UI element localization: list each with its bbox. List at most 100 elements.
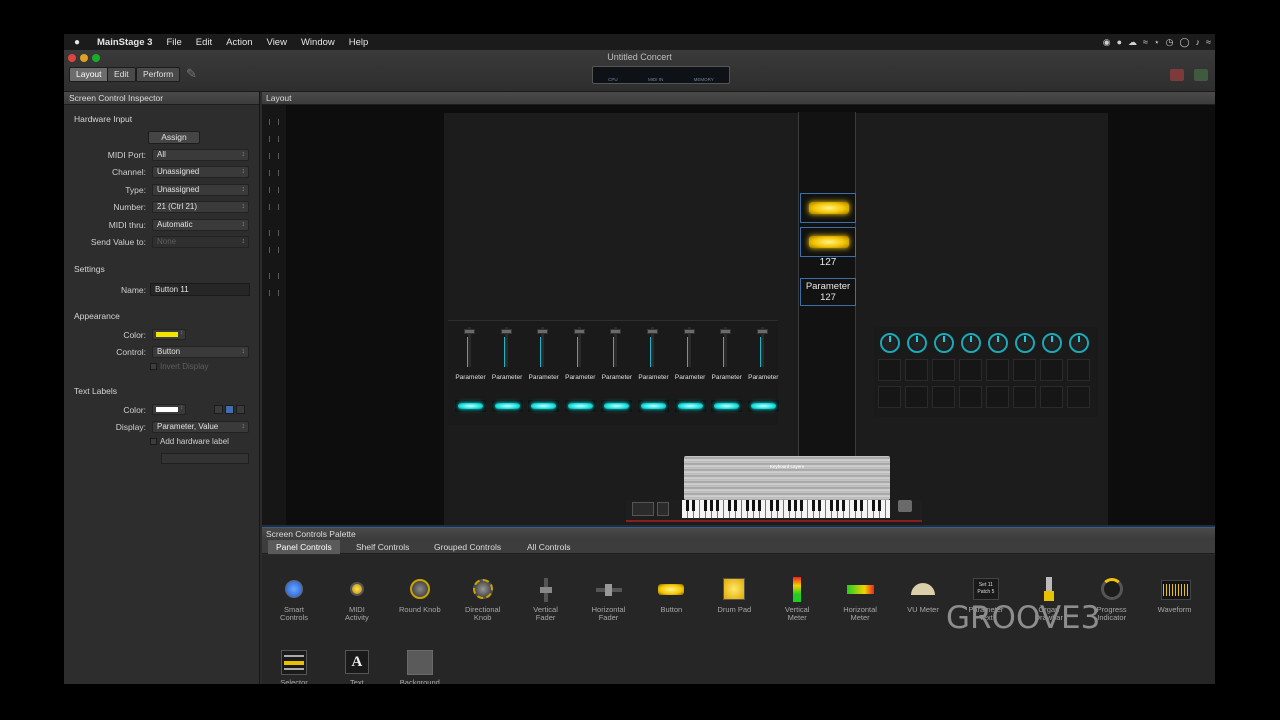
- palette-item-smart-controls[interactable]: Smart Controls: [264, 577, 324, 622]
- keyboard-keys[interactable]: [682, 500, 890, 518]
- knob-pad-bank[interactable]: [874, 327, 1098, 417]
- drum-pad[interactable]: [905, 386, 928, 408]
- vertical-fader[interactable]: [492, 327, 522, 367]
- tab-all-controls[interactable]: All Controls: [519, 540, 578, 554]
- black-key[interactable]: [752, 500, 755, 511]
- fader-cap[interactable]: [573, 329, 585, 334]
- align-center-edge-icon[interactable]: [269, 187, 279, 193]
- fader-cap[interactable]: [610, 329, 622, 334]
- palette-item-vu-meter[interactable]: VU Meter: [893, 577, 953, 614]
- vertical-fader[interactable]: [528, 327, 558, 367]
- wifi-status-icon[interactable]: ≈: [1206, 37, 1211, 47]
- cyan-button[interactable]: [491, 400, 523, 412]
- tab-panel-controls[interactable]: Panel Controls: [268, 540, 340, 554]
- keyboard-layers-panel[interactable]: Keyboard Layers: [684, 456, 890, 500]
- cloud-status-icon[interactable]: ☁: [1128, 37, 1137, 48]
- knob[interactable]: [1069, 333, 1089, 353]
- menu-help[interactable]: Help: [342, 37, 376, 48]
- knob[interactable]: [988, 333, 1008, 353]
- clock-status-icon[interactable]: ◯: [1179, 37, 1189, 48]
- tuner-button[interactable]: [1194, 69, 1208, 81]
- black-key[interactable]: [872, 500, 875, 511]
- vertical-fader[interactable]: [675, 327, 705, 367]
- knob[interactable]: [961, 333, 981, 353]
- knob[interactable]: [1015, 333, 1035, 353]
- drum-pad[interactable]: [1067, 386, 1090, 408]
- fader-bank[interactable]: Parameter Parameter Parameter Parameter Para…: [448, 320, 779, 425]
- mod-wheel[interactable]: [657, 502, 669, 516]
- palette-item-horizontal-meter[interactable]: Horizontal Meter: [830, 577, 890, 622]
- palette-item-midi-activity[interactable]: MIDI Activity: [327, 577, 387, 622]
- drum-pad[interactable]: [932, 359, 955, 381]
- palette-item-drum-pad[interactable]: Drum Pad: [704, 577, 764, 614]
- invert-display-checkbox[interactable]: Invert Display: [150, 362, 208, 371]
- cyan-button[interactable]: [747, 400, 779, 412]
- knob[interactable]: [1042, 333, 1062, 353]
- drum-pad[interactable]: [878, 386, 901, 408]
- black-key[interactable]: [746, 500, 749, 511]
- vertical-fader[interactable]: [748, 327, 778, 367]
- number-popup[interactable]: 21 (Ctrl 21): [152, 201, 249, 213]
- align-middle-icon[interactable]: [269, 136, 279, 142]
- drum-pad[interactable]: [1013, 386, 1036, 408]
- palette-item-directional-knob[interactable]: Directional Knob: [453, 577, 513, 622]
- bluetooth-status-icon[interactable]: ⋆: [1154, 37, 1160, 48]
- drum-pad[interactable]: [905, 359, 928, 381]
- pencil-icon[interactable]: ✎: [186, 66, 197, 82]
- drum-pad[interactable]: [1067, 359, 1090, 381]
- black-key[interactable]: [812, 500, 815, 511]
- link-status-icon[interactable]: ≈: [1143, 37, 1148, 47]
- channel-popup[interactable]: Unassigned: [152, 166, 249, 178]
- palette-item-background[interactable]: Background: [390, 650, 450, 684]
- palette-item-horizontal-fader[interactable]: Horizontal Fader: [579, 577, 639, 622]
- sync-status-icon[interactable]: ●: [1117, 37, 1122, 47]
- fader-cap[interactable]: [720, 329, 732, 334]
- menu-action[interactable]: Action: [219, 37, 259, 48]
- perform-mode-button[interactable]: Perform: [136, 67, 181, 82]
- match-width-icon[interactable]: [269, 273, 279, 279]
- vertical-fader[interactable]: [601, 327, 631, 367]
- palette-item-waveform[interactable]: Waveform: [1145, 577, 1205, 614]
- menu-app-name[interactable]: MainStage 3: [90, 37, 159, 48]
- palette-item-text[interactable]: A Text: [327, 650, 387, 684]
- align-bottom-icon[interactable]: [269, 153, 279, 159]
- black-key[interactable]: [788, 500, 791, 511]
- cyan-button[interactable]: [711, 400, 743, 412]
- knob[interactable]: [934, 333, 954, 353]
- drum-pad[interactable]: [1040, 359, 1063, 381]
- black-key[interactable]: [878, 500, 881, 511]
- drum-pad[interactable]: [959, 359, 982, 381]
- pitch-wheel[interactable]: [632, 502, 654, 516]
- parameter-label-box[interactable]: Parameter 127: [800, 278, 856, 306]
- tab-shelf-controls[interactable]: Shelf Controls: [348, 540, 417, 554]
- apple-icon[interactable]: ●: [64, 37, 90, 48]
- fader-cap[interactable]: [537, 329, 549, 334]
- cyan-button[interactable]: [601, 400, 633, 412]
- black-key[interactable]: [692, 500, 695, 511]
- send-value-popup[interactable]: None: [152, 236, 249, 248]
- drum-pad[interactable]: [986, 359, 1009, 381]
- black-key[interactable]: [710, 500, 713, 511]
- black-key[interactable]: [716, 500, 719, 511]
- appearance-color-swatch[interactable]: [152, 329, 186, 340]
- drum-pad[interactable]: [959, 386, 982, 408]
- black-key[interactable]: [728, 500, 731, 511]
- black-key[interactable]: [854, 500, 857, 511]
- add-hardware-label-checkbox[interactable]: Add hardware label: [150, 437, 229, 446]
- vertical-fader[interactable]: [711, 327, 741, 367]
- align-right-icon[interactable]: [236, 405, 245, 414]
- menu-edit[interactable]: Edit: [189, 37, 219, 48]
- black-key[interactable]: [800, 500, 803, 511]
- palette-item-button[interactable]: Button: [641, 577, 701, 614]
- cyan-button[interactable]: [528, 400, 560, 412]
- align-center-icon[interactable]: [225, 405, 234, 414]
- knob[interactable]: [907, 333, 927, 353]
- drum-pad[interactable]: [1040, 386, 1063, 408]
- cyan-button[interactable]: [674, 400, 706, 412]
- align-right-edge-icon[interactable]: [269, 204, 279, 210]
- hardware-label-field[interactable]: [161, 453, 249, 464]
- distribute-horizontal-icon[interactable]: [269, 247, 279, 253]
- record-status-icon[interactable]: ◉: [1103, 37, 1111, 48]
- edit-mode-button[interactable]: Edit: [107, 67, 136, 82]
- black-key[interactable]: [704, 500, 707, 511]
